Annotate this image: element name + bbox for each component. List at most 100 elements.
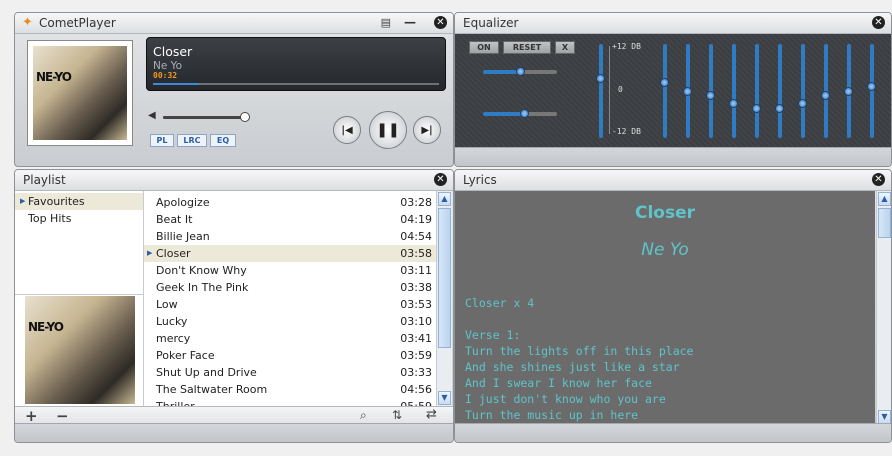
elapsed-time: 00:32 (153, 71, 178, 80)
equalizer-close-button[interactable]: ✕ (872, 16, 885, 29)
group-item-top-hits[interactable]: Top Hits (15, 210, 143, 227)
player-titlebar[interactable]: ✦ CometPlayer ▤ — ✕ (15, 13, 453, 34)
volume-knob[interactable] (240, 112, 250, 122)
eq-band-knob[interactable] (683, 86, 692, 96)
db-bottom-label: -12 DB (612, 127, 641, 136)
track-row[interactable]: Billie Jean 04:54 (144, 228, 436, 245)
eq-band-knob[interactable] (729, 99, 738, 109)
repeat-icon[interactable]: ⇄ (426, 407, 437, 422)
playlist-toggle-button[interactable]: PL (150, 134, 174, 147)
eq-band-slider[interactable] (844, 44, 854, 138)
seek-bar[interactable] (153, 83, 439, 85)
track-row[interactable]: ▶ Closer 03:58 (144, 245, 436, 262)
track-row[interactable]: The Saltwater Room 04:56 (144, 381, 436, 398)
eq-band-knob[interactable] (867, 82, 876, 92)
lyrics-close-button[interactable]: ✕ (872, 173, 885, 186)
eq-reset-button[interactable]: RESET (503, 41, 551, 54)
playlist-album-art: NE-YO (25, 296, 135, 404)
track-title: mercy (156, 332, 191, 345)
lyrics-scrollbar[interactable]: ▲ ▼ (876, 191, 891, 425)
eq-band-slider[interactable] (798, 44, 808, 138)
sort-icon[interactable]: ⇅ (392, 408, 402, 422)
track-row[interactable]: mercy 03:41 (144, 330, 436, 347)
track-title: Billie Jean (156, 230, 210, 243)
player-close-button[interactable]: ✕ (434, 16, 447, 29)
eq-band-knob[interactable] (706, 90, 715, 100)
eq-band-track (801, 44, 805, 138)
eq-band-knob[interactable] (844, 86, 853, 96)
track-row[interactable]: Poker Face 03:59 (144, 347, 436, 364)
preamp-knob[interactable] (596, 73, 605, 83)
lyrics-body: Closer Ne Yo Closer x 4 Verse 1: Turn the … (455, 191, 875, 425)
eq-band-slider[interactable] (821, 44, 831, 138)
group-item-favourites[interactable]: ▶ Favourites (15, 193, 143, 210)
scroll-up-button[interactable]: ▲ (438, 192, 451, 206)
eq-band-knob[interactable] (752, 103, 761, 113)
playlist-close-button[interactable]: ✕ (434, 173, 447, 186)
equalizer-toggle-button[interactable]: EQ (210, 134, 236, 147)
next-button[interactable]: ▶| (413, 116, 441, 144)
volume-slider[interactable] (163, 112, 250, 122)
amplify-knob[interactable] (519, 109, 529, 118)
amplify-slider[interactable] (483, 109, 557, 118)
lyrics-toggle-button[interactable]: LRC (177, 134, 207, 147)
mini-mode-icon[interactable]: ▤ (381, 16, 391, 29)
lyric-line: Closer x 4 (465, 296, 535, 310)
equalizer-titlebar[interactable]: Equalizer ✕ (455, 13, 891, 34)
eq-band-slider[interactable] (867, 44, 877, 138)
track-row[interactable]: Shut Up and Drive 03:33 (144, 364, 436, 381)
playlist-scrollbar[interactable]: ▲ ▼ (436, 191, 452, 406)
balance-knob[interactable] (516, 67, 525, 76)
eq-band-slider[interactable] (683, 44, 693, 138)
lyric-line: Verse 1: (465, 328, 521, 342)
eq-band-slider[interactable] (706, 44, 716, 138)
track-title: Closer (156, 247, 191, 260)
eq-band-slider[interactable] (660, 44, 670, 138)
playlist-titlebar[interactable]: Playlist ✕ (15, 170, 453, 191)
track-time: 03:41 (400, 332, 432, 345)
db-top-label: +12 DB (612, 42, 641, 51)
playlist-statusbar (15, 423, 453, 442)
track-title: Don't Know Why (156, 264, 247, 277)
volume-fill (163, 116, 245, 119)
pause-button[interactable]: ❚❚ (369, 111, 407, 149)
search-icon[interactable]: ⌕ (360, 408, 367, 423)
track-row[interactable]: Beat It 04:19 (144, 211, 436, 228)
equalizer-panel: Equalizer ✕ ON RESET X +12 DB 0 -12 DB (454, 12, 892, 167)
track-time: 05:59 (400, 398, 432, 406)
preamp-slider[interactable] (596, 44, 606, 138)
group-label: Top Hits (28, 212, 72, 225)
lyric-line: And I swear I know her face (465, 376, 652, 390)
lyrics-scroll-thumb[interactable] (878, 208, 891, 238)
scroll-down-button[interactable]: ▼ (438, 391, 451, 405)
eq-band-knob[interactable] (821, 90, 830, 100)
playlist-panel: Playlist ✕ ▶ Favourites Top Hits NE-YO A… (14, 169, 454, 443)
eq-band-slider[interactable] (752, 44, 762, 138)
lyrics-panel: Lyrics ✕ Closer Ne Yo Closer x 4 Verse 1:… (454, 169, 892, 443)
eq-band-slider[interactable] (729, 44, 739, 138)
eq-on-button[interactable]: ON (469, 41, 499, 54)
comet-logo-icon: ✦ (22, 15, 33, 30)
pause-icon: ❚❚ (376, 122, 400, 138)
track-row[interactable]: Lucky 03:10 (144, 313, 436, 330)
track-row[interactable]: Don't Know Why 03:11 (144, 262, 436, 279)
track-row[interactable]: Geek In The Pink 03:38 (144, 279, 436, 296)
volume-icon[interactable]: ◀ (148, 110, 156, 121)
eq-band-knob[interactable] (798, 99, 807, 109)
previous-button[interactable]: |◀ (333, 116, 361, 144)
eq-band-slider[interactable] (775, 44, 785, 138)
eq-band-knob[interactable] (660, 78, 669, 87)
track-row[interactable]: Thriller 05:59 (144, 398, 436, 406)
lyrics-titlebar[interactable]: Lyrics ✕ (455, 170, 891, 191)
track-title: Low (156, 298, 178, 311)
track-row[interactable]: Apologize 03:28 (144, 194, 436, 211)
balance-slider[interactable] (483, 67, 557, 76)
lyrics-scroll-down-button[interactable]: ▼ (878, 410, 891, 424)
lyrics-scroll-up-button[interactable]: ▲ (878, 192, 891, 206)
selected-arrow-icon: ▶ (20, 197, 26, 205)
eq-close-x-button[interactable]: X (555, 41, 575, 54)
track-row[interactable]: Low 03:53 (144, 296, 436, 313)
eq-band-knob[interactable] (775, 103, 784, 113)
minimize-button[interactable]: — (404, 15, 416, 29)
scroll-thumb[interactable] (438, 208, 451, 348)
